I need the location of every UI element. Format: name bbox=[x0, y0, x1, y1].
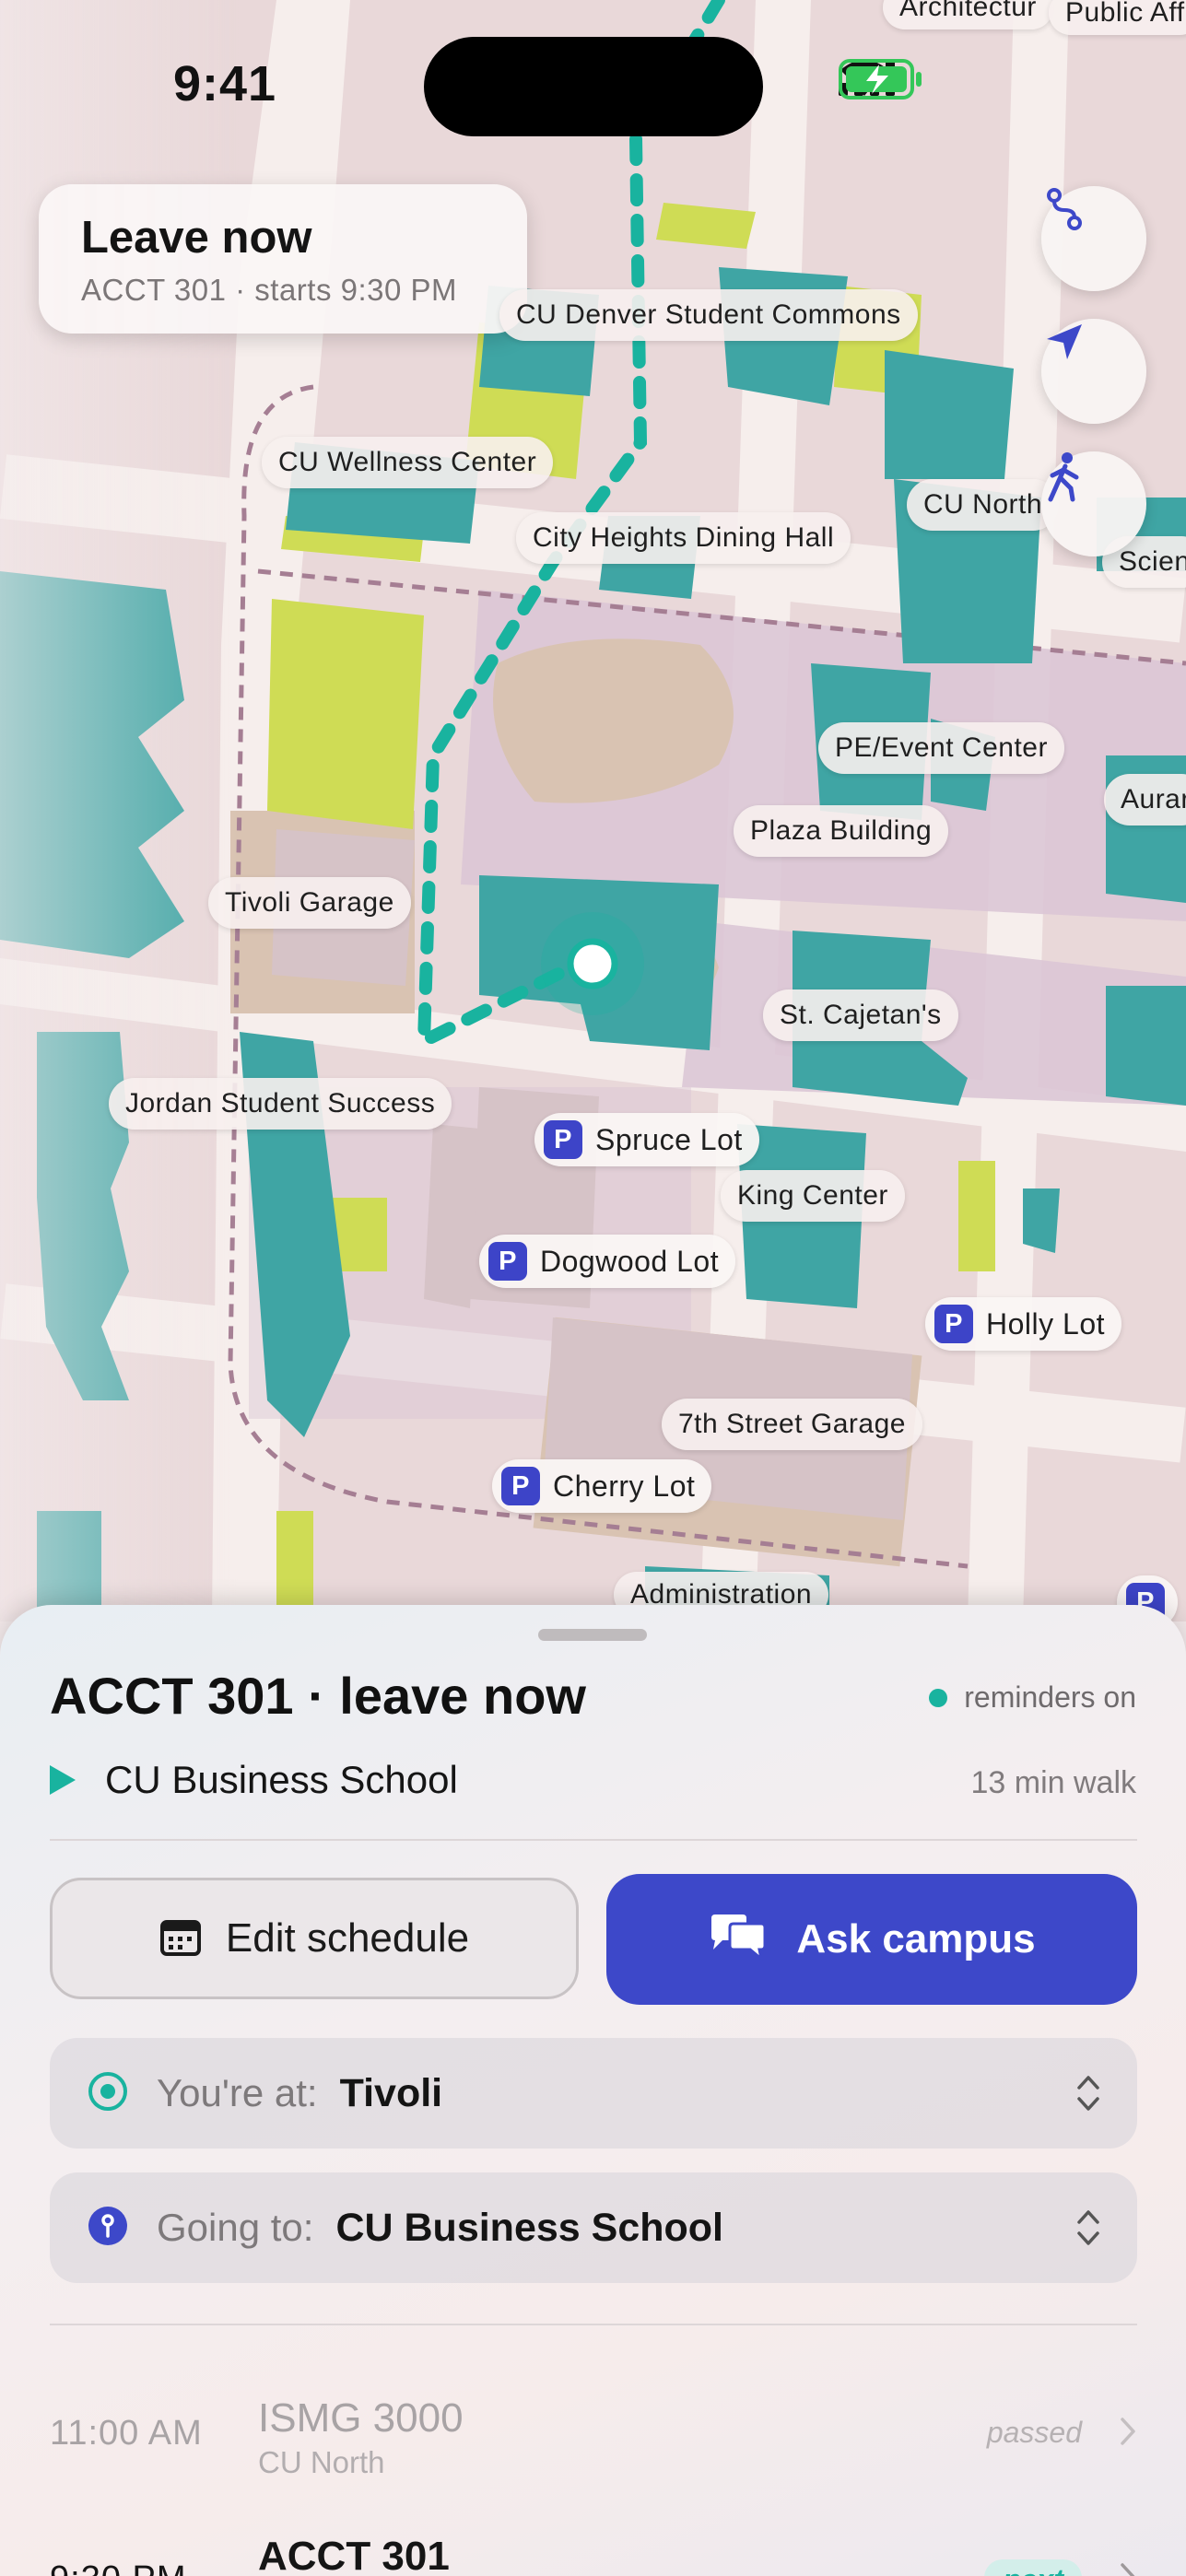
dynamic-island bbox=[424, 37, 763, 136]
campus-map[interactable]: 9:41 Leave now ACCT 301 · starts 9:30 PM… bbox=[0, 0, 1186, 1622]
origin-target-icon bbox=[87, 2070, 129, 2117]
walking-mode-button[interactable] bbox=[1041, 451, 1146, 556]
map-label-auraria[interactable]: Aurar bbox=[1104, 774, 1186, 825]
map-label-architecture[interactable]: Architectur bbox=[883, 0, 1053, 29]
calendar-icon bbox=[159, 1916, 202, 1961]
parking-holly-lot[interactable]: P Holly Lot bbox=[925, 1297, 1121, 1351]
chevron-right-icon bbox=[1119, 2561, 1137, 2576]
play-icon bbox=[50, 1765, 76, 1795]
parking-label: Holly Lot bbox=[986, 1306, 1105, 1341]
destination-pin-icon bbox=[87, 2205, 129, 2252]
map-label-tivoli-garage[interactable]: Tivoli Garage bbox=[208, 877, 411, 929]
parking-icon: P bbox=[501, 1467, 540, 1505]
leave-now-title: Leave now bbox=[81, 213, 312, 263]
destination-name: CU Business School bbox=[105, 1758, 458, 1801]
parking-icon: P bbox=[934, 1305, 973, 1343]
ask-campus-button[interactable]: Ask campus bbox=[606, 1874, 1137, 2005]
schedule-time: 11:00 AM bbox=[50, 2414, 203, 2453]
schedule-status: passed bbox=[986, 2416, 1082, 2449]
parking-icon: P bbox=[544, 1120, 582, 1159]
map-label-st-cajetans[interactable]: St. Cajetan's bbox=[763, 989, 958, 1041]
edit-schedule-label: Edit schedule bbox=[225, 1915, 470, 1961]
ask-campus-label: Ask campus bbox=[796, 1916, 1036, 1961]
leave-now-card[interactable]: Leave now ACCT 301 · starts 9:30 PM bbox=[39, 184, 527, 334]
parking-icon: P bbox=[488, 1242, 527, 1281]
reminders-status[interactable]: reminders on bbox=[929, 1680, 1136, 1715]
divider bbox=[50, 2324, 1137, 2325]
origin-selector[interactable]: You're at: Tivoli bbox=[50, 2038, 1137, 2149]
chevron-right-icon bbox=[1119, 2416, 1137, 2452]
edit-schedule-button[interactable]: Edit schedule bbox=[50, 1878, 579, 1999]
map-label-wellness-center[interactable]: CU Wellness Center bbox=[262, 437, 554, 488]
map-label-jordan-student-success[interactable]: Jordan Student Success bbox=[109, 1078, 452, 1130]
map-label-cu-north[interactable]: CU North bbox=[907, 479, 1060, 531]
chat-bubbles-icon bbox=[708, 1913, 769, 1967]
schedule-row[interactable]: 11:00 AM ISMG 3000 CU North passed bbox=[50, 2395, 1137, 2488]
map-label-7th-street-garage[interactable]: 7th Street Garage bbox=[662, 1399, 922, 1450]
destination-label: Going to: bbox=[157, 2206, 314, 2249]
map-label-plaza-building[interactable]: Plaza Building bbox=[734, 805, 949, 857]
parking-label: Dogwood Lot bbox=[540, 1244, 720, 1278]
destination-value: CU Business School bbox=[335, 2205, 723, 2250]
reminders-label: reminders on bbox=[964, 1680, 1136, 1714]
map-label-dining-hall[interactable]: City Heights Dining Hall bbox=[516, 512, 851, 564]
next-badge: next bbox=[984, 2559, 1082, 2576]
map-label-king-center[interactable]: King Center bbox=[721, 1170, 905, 1222]
bottom-sheet[interactable]: ACCT 301 · leave now reminders on CU Bus… bbox=[0, 1605, 1186, 2576]
destination-selector[interactable]: Going to: CU Business School bbox=[50, 2172, 1137, 2283]
map-label-public-affairs[interactable]: Public Aff bbox=[1049, 0, 1186, 35]
parking-spruce-lot[interactable]: P Spruce Lot bbox=[534, 1113, 759, 1166]
parking-label: Cherry Lot bbox=[553, 1469, 696, 1503]
schedule-place: CU North bbox=[258, 2445, 385, 2479]
divider bbox=[50, 1839, 1137, 1841]
recenter-button[interactable] bbox=[1041, 319, 1146, 424]
parking-dogwood-lot[interactable]: P Dogwood Lot bbox=[479, 1235, 736, 1288]
leave-now-subtitle: ACCT 301 · starts 9:30 PM bbox=[81, 273, 458, 307]
schedule-time: 9:30 PM bbox=[50, 2559, 187, 2576]
map-label-pe-event-center[interactable]: PE/Event Center bbox=[818, 722, 1064, 774]
origin-value: Tivoli bbox=[339, 2070, 443, 2115]
reminder-dot-icon bbox=[929, 1688, 948, 1707]
sheet-grabber[interactable] bbox=[538, 1629, 647, 1641]
schedule-course: ISMG 3000 bbox=[258, 2395, 464, 2441]
route-button[interactable] bbox=[1041, 186, 1146, 291]
sheet-title: ACCT 301 · leave now bbox=[50, 1667, 586, 1725]
chevron-up-down-icon bbox=[1076, 2207, 1100, 2253]
chevron-up-down-icon bbox=[1076, 2073, 1100, 2118]
status-time: 9:41 bbox=[173, 56, 277, 111]
origin-label: You're at: bbox=[157, 2071, 318, 2114]
schedule-row[interactable]: 9:30 PM ACCT 301 next bbox=[50, 2534, 1137, 2576]
map-label-student-commons[interactable]: CU Denver Student Commons bbox=[499, 289, 918, 341]
schedule-course: ACCT 301 bbox=[258, 2534, 450, 2576]
walk-time: 13 min walk bbox=[970, 1765, 1136, 1800]
destination-row[interactable]: CU Business School bbox=[50, 1758, 458, 1802]
parking-label: Spruce Lot bbox=[595, 1122, 743, 1156]
parking-cherry-lot[interactable]: P Cherry Lot bbox=[492, 1459, 712, 1513]
